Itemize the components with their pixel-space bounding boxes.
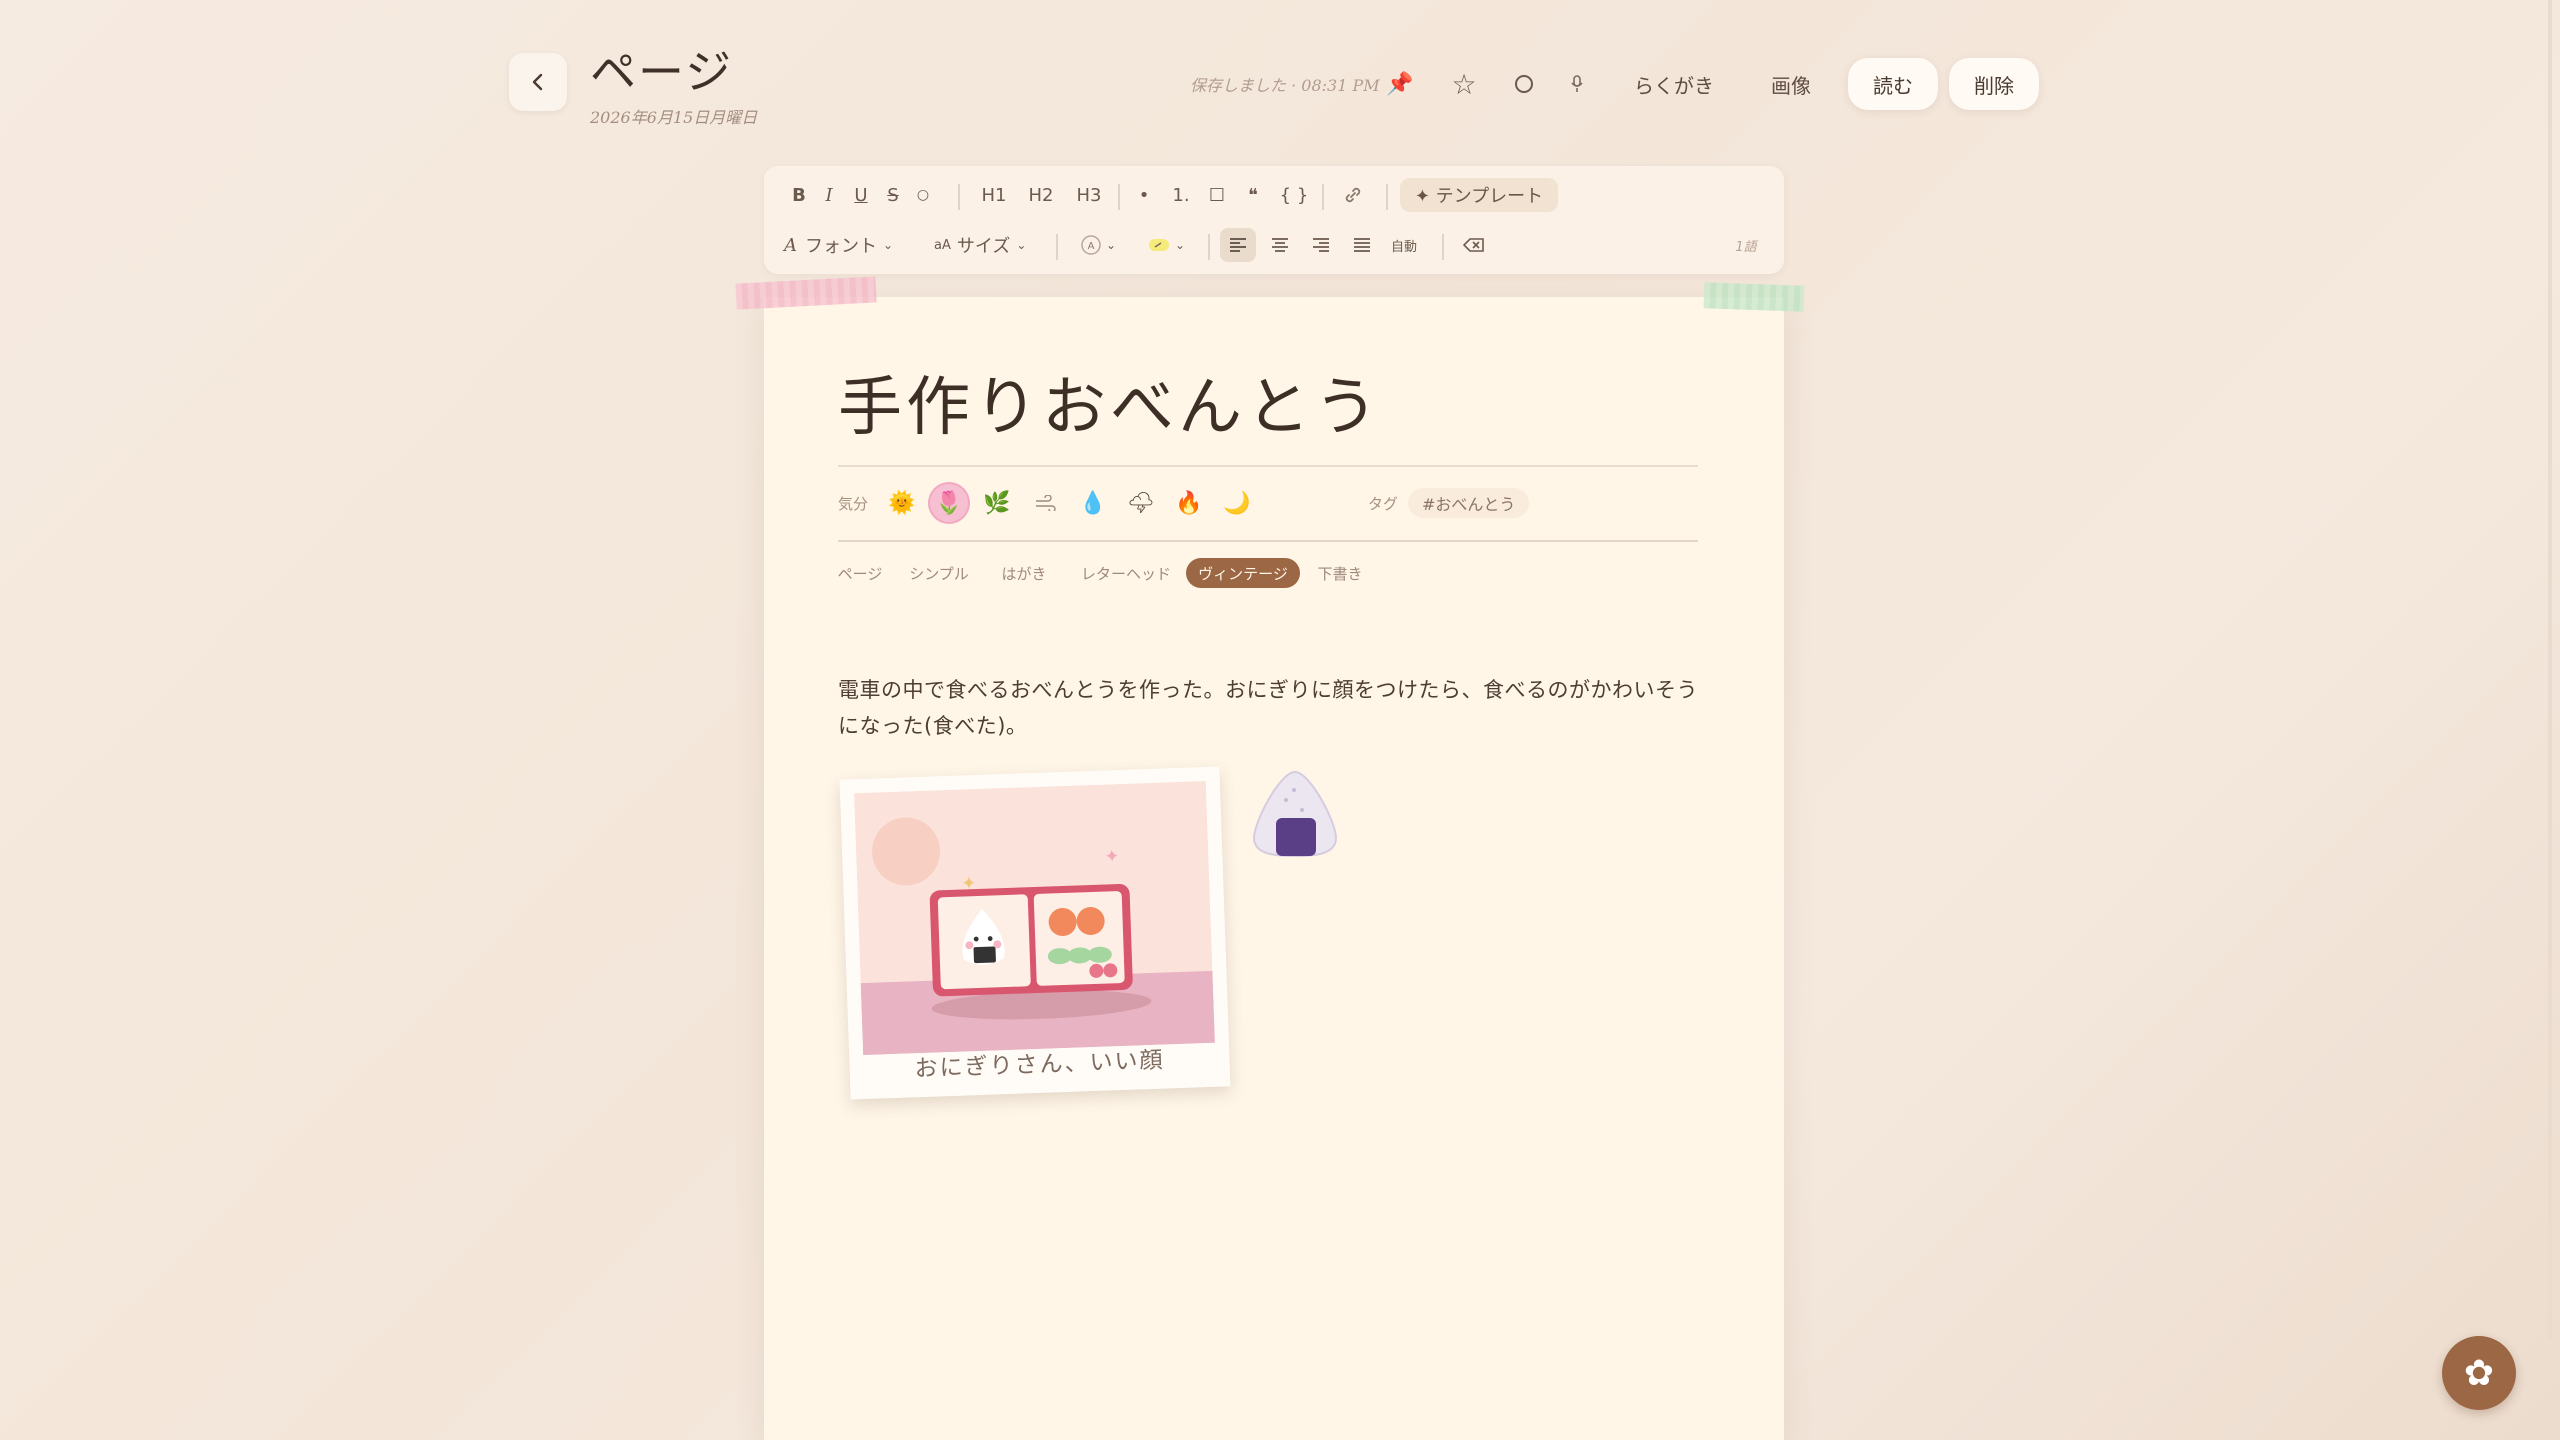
mood-fire-icon[interactable]: 🔥 <box>1170 484 1208 522</box>
document-title[interactable]: 手作りおべんとう <box>838 356 1382 448</box>
link-button[interactable] <box>1336 178 1370 212</box>
quote-button[interactable]: ❝ <box>1238 178 1268 212</box>
chevron-down-icon: ⌄ <box>883 238 894 252</box>
heading1-button[interactable]: H1 <box>974 178 1014 212</box>
code-button[interactable]: { } <box>1274 178 1314 212</box>
circle-icon <box>1515 75 1533 93</box>
style-tab-page[interactable]: ページ <box>832 558 888 588</box>
highlight-dropdown[interactable]: ⌄ <box>1140 228 1192 262</box>
voice-button[interactable] <box>1560 64 1594 104</box>
font-icon: A <box>784 234 797 256</box>
align-justify-icon <box>1354 238 1370 252</box>
svg-text:✦: ✦ <box>1104 846 1120 868</box>
mood-flower-icon[interactable]: 🌷 <box>930 484 968 522</box>
style-tab-vintage[interactable]: ヴィンテージ <box>1186 558 1300 588</box>
flower-icon: ✿ <box>2463 1352 2495 1394</box>
bold-button[interactable]: B <box>784 178 814 212</box>
italic-button[interactable]: I <box>816 178 842 212</box>
style-tab-simple[interactable]: シンプル <box>906 558 972 588</box>
washi-tape-right <box>1703 282 1805 312</box>
save-status: 保存しました · 08:31 PM <box>1190 76 1380 95</box>
chevron-down-icon: ⌄ <box>1174 238 1186 252</box>
auto-button[interactable]: 自動 <box>1386 228 1422 262</box>
mood-sun-icon[interactable]: 🌞 <box>883 484 921 522</box>
circle-button[interactable] <box>1504 64 1544 104</box>
meta-divider <box>838 540 1698 542</box>
align-justify-button[interactable] <box>1344 228 1380 262</box>
pin-icon: 📌 <box>1386 71 1414 97</box>
text-color-dropdown[interactable]: A ⌄ <box>1074 228 1122 262</box>
size-label: サイズ <box>956 236 1011 257</box>
delete-button[interactable]: 削除 <box>1949 58 2039 110</box>
align-left-icon <box>1230 238 1246 252</box>
size-dropdown[interactable]: aA サイズ ⌄ <box>934 228 1044 262</box>
mood-cloud-icon[interactable]: 🌩 <box>1122 484 1160 522</box>
polaroid-photo[interactable]: ✦ ✦ おにぎりさん、いい顔 <box>839 766 1231 1100</box>
pin-button[interactable]: 📌 <box>1380 64 1420 104</box>
favorite-button[interactable]: ☆ <box>1444 64 1484 104</box>
word-count: 1語 <box>1735 239 1757 255</box>
clear-format-button[interactable] <box>1456 228 1492 262</box>
mood-drop-icon[interactable]: 💧 <box>1074 484 1112 522</box>
style-tab-letterhead[interactable]: レターヘッド <box>1074 558 1178 588</box>
scrollbar[interactable] <box>2548 0 2552 1340</box>
link-icon <box>1345 187 1361 203</box>
underline-button[interactable]: U <box>846 178 876 212</box>
strikethrough-button[interactable]: S <box>880 178 906 212</box>
page-title: ページ <box>590 45 734 99</box>
text-color-icon: A <box>1081 235 1101 255</box>
onigiri-icon <box>1252 770 1338 858</box>
align-left-button[interactable] <box>1220 228 1256 262</box>
body-text[interactable]: 電車の中で食べるおべんとうを作った。おにぎりに顔をつけたら、食べるのがかわいそう… <box>838 672 1718 744</box>
chevron-down-icon: ⌄ <box>1105 238 1117 252</box>
font-dropdown[interactable]: A フォント ⌄ <box>784 228 894 262</box>
circle-format-button[interactable]: ○ <box>910 178 936 212</box>
mood-label: 気分 <box>838 495 869 513</box>
bento-illustration: ✦ ✦ <box>854 780 1215 1056</box>
mood-wind-icon[interactable] <box>1026 484 1064 522</box>
svg-text:A: A <box>1088 241 1095 252</box>
title-divider <box>838 465 1698 467</box>
tag-label: タグ <box>1368 495 1399 513</box>
bullet-list-button[interactable]: • <box>1131 178 1157 212</box>
star-icon: ☆ <box>1451 67 1477 101</box>
align-center-icon <box>1272 238 1288 252</box>
microphone-icon <box>1571 75 1583 92</box>
font-label: フォント <box>805 236 877 257</box>
align-center-button[interactable] <box>1262 228 1298 262</box>
read-button[interactable]: 読む <box>1848 58 1938 110</box>
onigiri-sticker[interactable] <box>1250 766 1340 862</box>
chevron-down-icon: ⌄ <box>1016 238 1027 252</box>
wind-icon <box>1036 495 1056 511</box>
image-button[interactable]: 画像 <box>1758 62 1824 106</box>
heading2-button[interactable]: H2 <box>1021 178 1061 212</box>
highlight-icon <box>1148 239 1169 251</box>
mood-leaf-icon[interactable]: 🌿 <box>978 484 1016 522</box>
eraser-icon <box>1463 238 1484 252</box>
tag-chip[interactable]: #おべんとう <box>1408 488 1530 518</box>
heading3-button[interactable]: H3 <box>1069 178 1109 212</box>
text-size-icon: aA <box>934 237 951 253</box>
scribble-button[interactable]: らくがき <box>1622 62 1726 106</box>
format-toolbar: B I U S ○ H1 H2 H3 • 1. ☐ ❝ { } ✦ テンプレート… <box>764 166 1784 274</box>
numbered-list-button[interactable]: 1. <box>1166 178 1196 212</box>
chevron-left-icon <box>532 73 543 91</box>
style-tab-postcard[interactable]: はがき <box>994 558 1054 588</box>
checkbox-button[interactable]: ☐ <box>1202 178 1232 212</box>
page-date: 2026年6月15日月曜日 <box>590 108 758 127</box>
align-right-icon <box>1313 238 1329 252</box>
back-button[interactable] <box>509 53 567 111</box>
template-button[interactable]: ✦ テンプレート <box>1400 178 1558 212</box>
align-right-button[interactable] <box>1303 228 1339 262</box>
style-tab-draft[interactable]: 下書き <box>1312 558 1368 588</box>
flower-action-button[interactable]: ✿ <box>2442 1336 2516 1410</box>
mood-moon-icon[interactable]: 🌙 <box>1218 484 1256 522</box>
